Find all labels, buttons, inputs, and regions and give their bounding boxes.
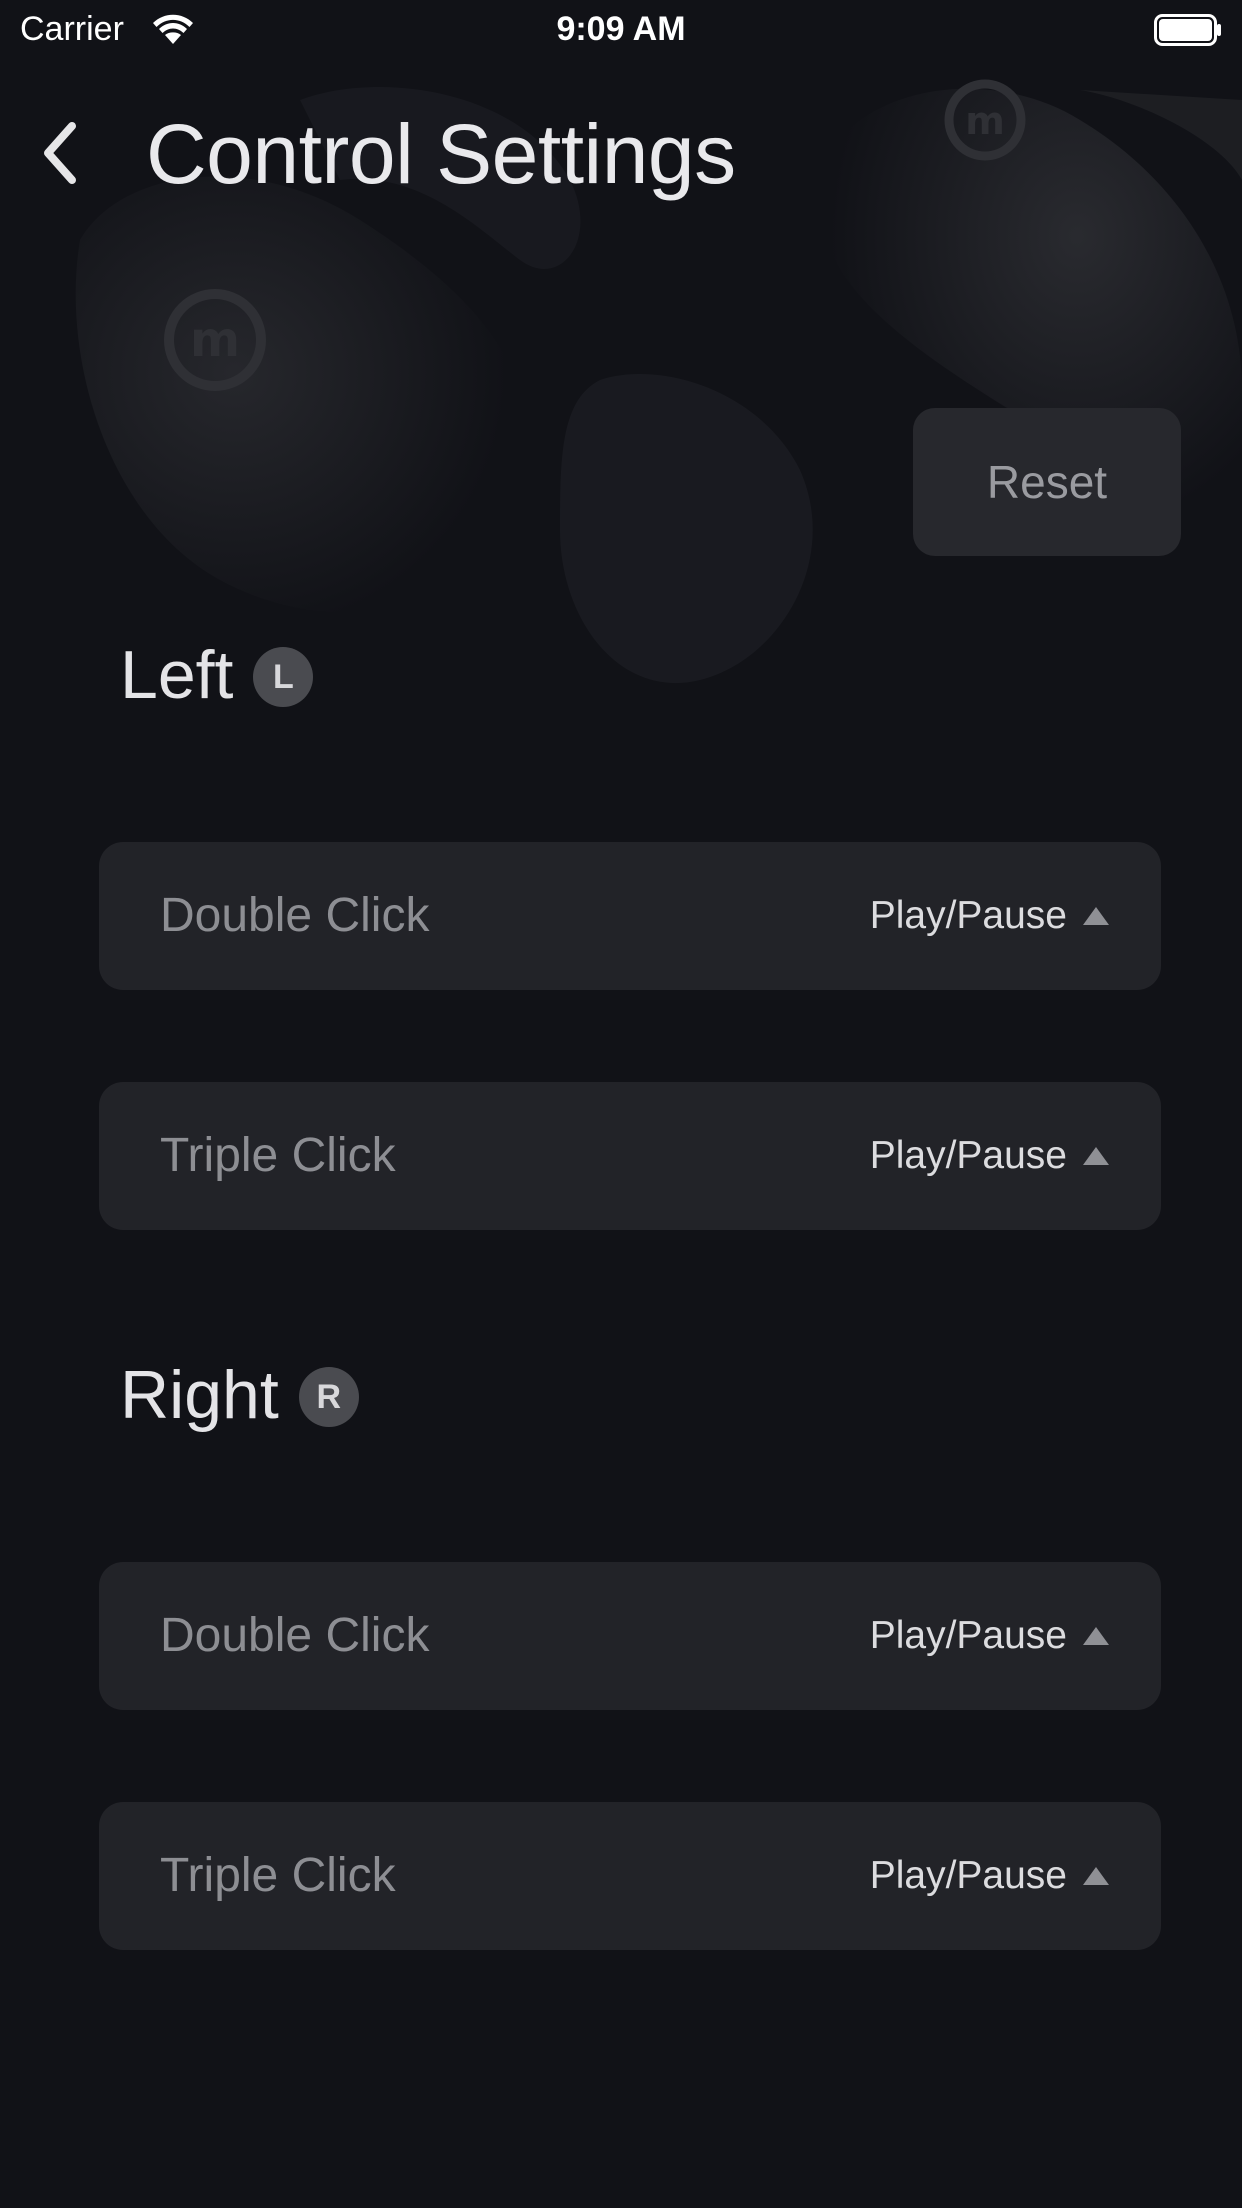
action-dropdown-value[interactable]: Play/Pause bbox=[870, 1562, 1067, 1710]
status-bar: Carrier 9:09 AM bbox=[0, 0, 1242, 60]
action-dropdown-value[interactable]: Play/Pause bbox=[870, 1802, 1067, 1950]
right-badge: R bbox=[298, 1367, 359, 1427]
row-label: Double Click bbox=[160, 1609, 430, 1662]
left-badge: L bbox=[253, 647, 314, 707]
right-triple-click-row[interactable]: Triple Click Play/Pause bbox=[99, 1802, 1161, 1950]
svg-text:m: m bbox=[190, 312, 240, 368]
section-title-right: Right R bbox=[120, 1356, 359, 1434]
back-button[interactable] bbox=[30, 118, 90, 188]
left-triple-click-row[interactable]: Triple Click Play/Pause bbox=[99, 1082, 1161, 1230]
right-double-click-row[interactable]: Double Click Play/Pause bbox=[99, 1562, 1161, 1710]
action-dropdown-value[interactable]: Play/Pause bbox=[870, 842, 1067, 990]
action-dropdown-value[interactable]: Play/Pause bbox=[870, 1082, 1067, 1230]
svg-text:m: m bbox=[965, 99, 1005, 143]
row-label: Triple Click bbox=[160, 1129, 396, 1182]
battery-icon bbox=[1154, 14, 1221, 46]
reset-button[interactable]: Reset bbox=[913, 408, 1181, 556]
chevron-left-icon bbox=[44, 122, 76, 184]
page-title: Control Settings bbox=[146, 107, 736, 201]
section-title-label: Right bbox=[120, 1357, 279, 1433]
section-title-left: Left L bbox=[120, 636, 314, 714]
status-time: 9:09 AM bbox=[556, 10, 686, 48]
control-settings-screen: m m Carrier 9:09 AM Control Settings Res… bbox=[0, 0, 1242, 2208]
left-double-click-row[interactable]: Double Click Play/Pause bbox=[99, 842, 1161, 990]
section-title-label: Left bbox=[120, 637, 234, 713]
row-label: Triple Click bbox=[160, 1849, 396, 1902]
caret-up-icon bbox=[1083, 907, 1109, 925]
caret-up-icon bbox=[1083, 1147, 1109, 1165]
row-label: Double Click bbox=[160, 889, 430, 942]
caret-up-icon bbox=[1083, 1627, 1109, 1645]
caret-up-icon bbox=[1083, 1867, 1109, 1885]
